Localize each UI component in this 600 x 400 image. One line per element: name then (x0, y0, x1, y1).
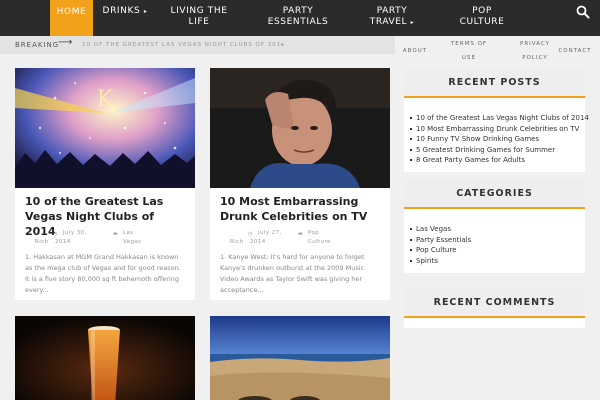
nightclub-image: K (15, 68, 195, 188)
widget-title: RECENT COMMENTS (433, 297, 556, 308)
post-thumbnail-nightclub[interactable]: K (15, 68, 195, 188)
widget-header: CATEGORIES (404, 179, 585, 209)
recent-posts-list: 10 of the Greatest Las Vegas Night Clubs… (410, 113, 589, 166)
link-about[interactable]: ABOUT (400, 44, 430, 58)
widget-header: RECENT COMMENTS (404, 288, 585, 318)
widget-title: RECENT POSTS (448, 77, 541, 88)
link-terms-of-use[interactable]: TERMS OF USE (448, 37, 490, 65)
breaking-headline-link[interactable]: 10 OF THE GREATEST LAS VEGAS NIGHT CLUBS… (82, 42, 285, 48)
folder-icon: ▬ (298, 231, 303, 237)
widget-title: CATEGORIES (456, 188, 533, 199)
link-privacy-policy[interactable]: PRIVACY POLICY (515, 37, 555, 65)
post-category[interactable]: Las Vegas (123, 229, 141, 247)
nav-item-label-line2: CULTURE (459, 17, 505, 27)
nav-item-label-line2: ESSENTIALS (267, 17, 329, 27)
post-thumbnail-beach[interactable] (210, 316, 390, 400)
post-excerpt: 1. Hakkasan at MGM Grand Hakkasan is kno… (25, 253, 181, 294)
post-category[interactable]: Pop Culture (308, 229, 331, 247)
widget-recent-posts: RECENT POSTS 10 of the Greatest Las Vega… (404, 68, 589, 172)
caret-right-icon: ▸ (143, 8, 148, 15)
post-title[interactable]: 10 Most Embarrassing Drunk Celebrities o… (220, 194, 380, 224)
arrow-right-icon: ⟶ (58, 37, 73, 48)
post-thumbnail-beer[interactable] (15, 316, 195, 400)
nav-item-label-line1: PARTY (376, 6, 408, 16)
nav-item-label-line1: LIVING THE (170, 6, 228, 16)
nav-item-label-line1: POP (472, 6, 492, 16)
post-date: July 30, (63, 230, 87, 236)
recent-post-link[interactable]: 10 Most Embarrassing Drunk Celebrities o… (410, 124, 589, 135)
celebrity-image (210, 68, 390, 188)
categories-list: Las Vegas Party Essentials Pop Culture S… (410, 224, 471, 266)
nav-item-label: HOME (56, 7, 87, 17)
nav-item-label: DRINKS ▸ (102, 6, 148, 16)
nav-item-label-line2: TRAVEL ▸ (369, 17, 415, 27)
post-date-year: 2014 (250, 239, 266, 245)
recent-post-link[interactable]: 5 Greatest Drinking Games for Summer (410, 145, 589, 156)
post-card[interactable]: K 10 of the Greatest Las Vegas Night Clu… (15, 68, 195, 300)
post-date-year: 2014 (55, 239, 71, 245)
beach-image (210, 316, 390, 400)
beer-image (15, 316, 195, 400)
widget-header: RECENT POSTS (404, 68, 585, 98)
nav-item-label-line2: LIFE (188, 17, 210, 27)
widget-categories: CATEGORIES Las Vegas Party Essentials Po… (404, 179, 585, 273)
category-link[interactable]: Party Essentials (410, 235, 471, 246)
post-date: July 27, (258, 230, 282, 236)
category-link[interactable]: Pop Culture (410, 245, 471, 256)
nav-item-home[interactable]: HOME (50, 0, 93, 36)
search-icon[interactable] (576, 5, 590, 19)
post-card[interactable]: 10 Most Embarrassing Drunk Celebrities o… (210, 68, 390, 300)
clock-icon: ◷ (53, 231, 58, 237)
caret-right-icon: ▸ (410, 19, 415, 26)
post-thumbnail-celebrity[interactable] (210, 68, 390, 188)
widget-recent-comments: RECENT COMMENTS (404, 288, 585, 328)
nav-item-label-line1: PARTY (282, 6, 314, 16)
category-link[interactable]: Spirits (410, 256, 471, 267)
recent-post-link[interactable]: 10 Funny TV Show Drinking Games (410, 134, 589, 145)
recent-post-link[interactable]: 8 Great Party Games for Adults (410, 155, 589, 166)
breaking-news-bar: BREAKING ⟶ 10 OF THE GREATEST LAS VEGAS … (0, 36, 395, 54)
post-title[interactable]: 10 of the Greatest Las Vegas Night Clubs… (25, 194, 185, 239)
post-author[interactable]: Rich (230, 238, 243, 247)
post-excerpt: 1. Kanye West: It's hard for anyone to f… (220, 253, 365, 294)
post-author[interactable]: Rich (35, 238, 48, 247)
breaking-label: BREAKING (15, 41, 60, 49)
top-navigation: HOME DRINKS ▸ LIVING THE LIFE PARTY ESSE… (0, 0, 600, 36)
recent-post-link[interactable]: 10 of the Greatest Las Vegas Night Clubs… (410, 113, 589, 124)
clock-icon: ◷ (248, 231, 253, 237)
link-contact[interactable]: CONTACT (558, 44, 592, 58)
svg-text:K: K (97, 87, 114, 112)
category-link[interactable]: Las Vegas (410, 224, 471, 235)
folder-icon: ▬ (113, 231, 118, 237)
